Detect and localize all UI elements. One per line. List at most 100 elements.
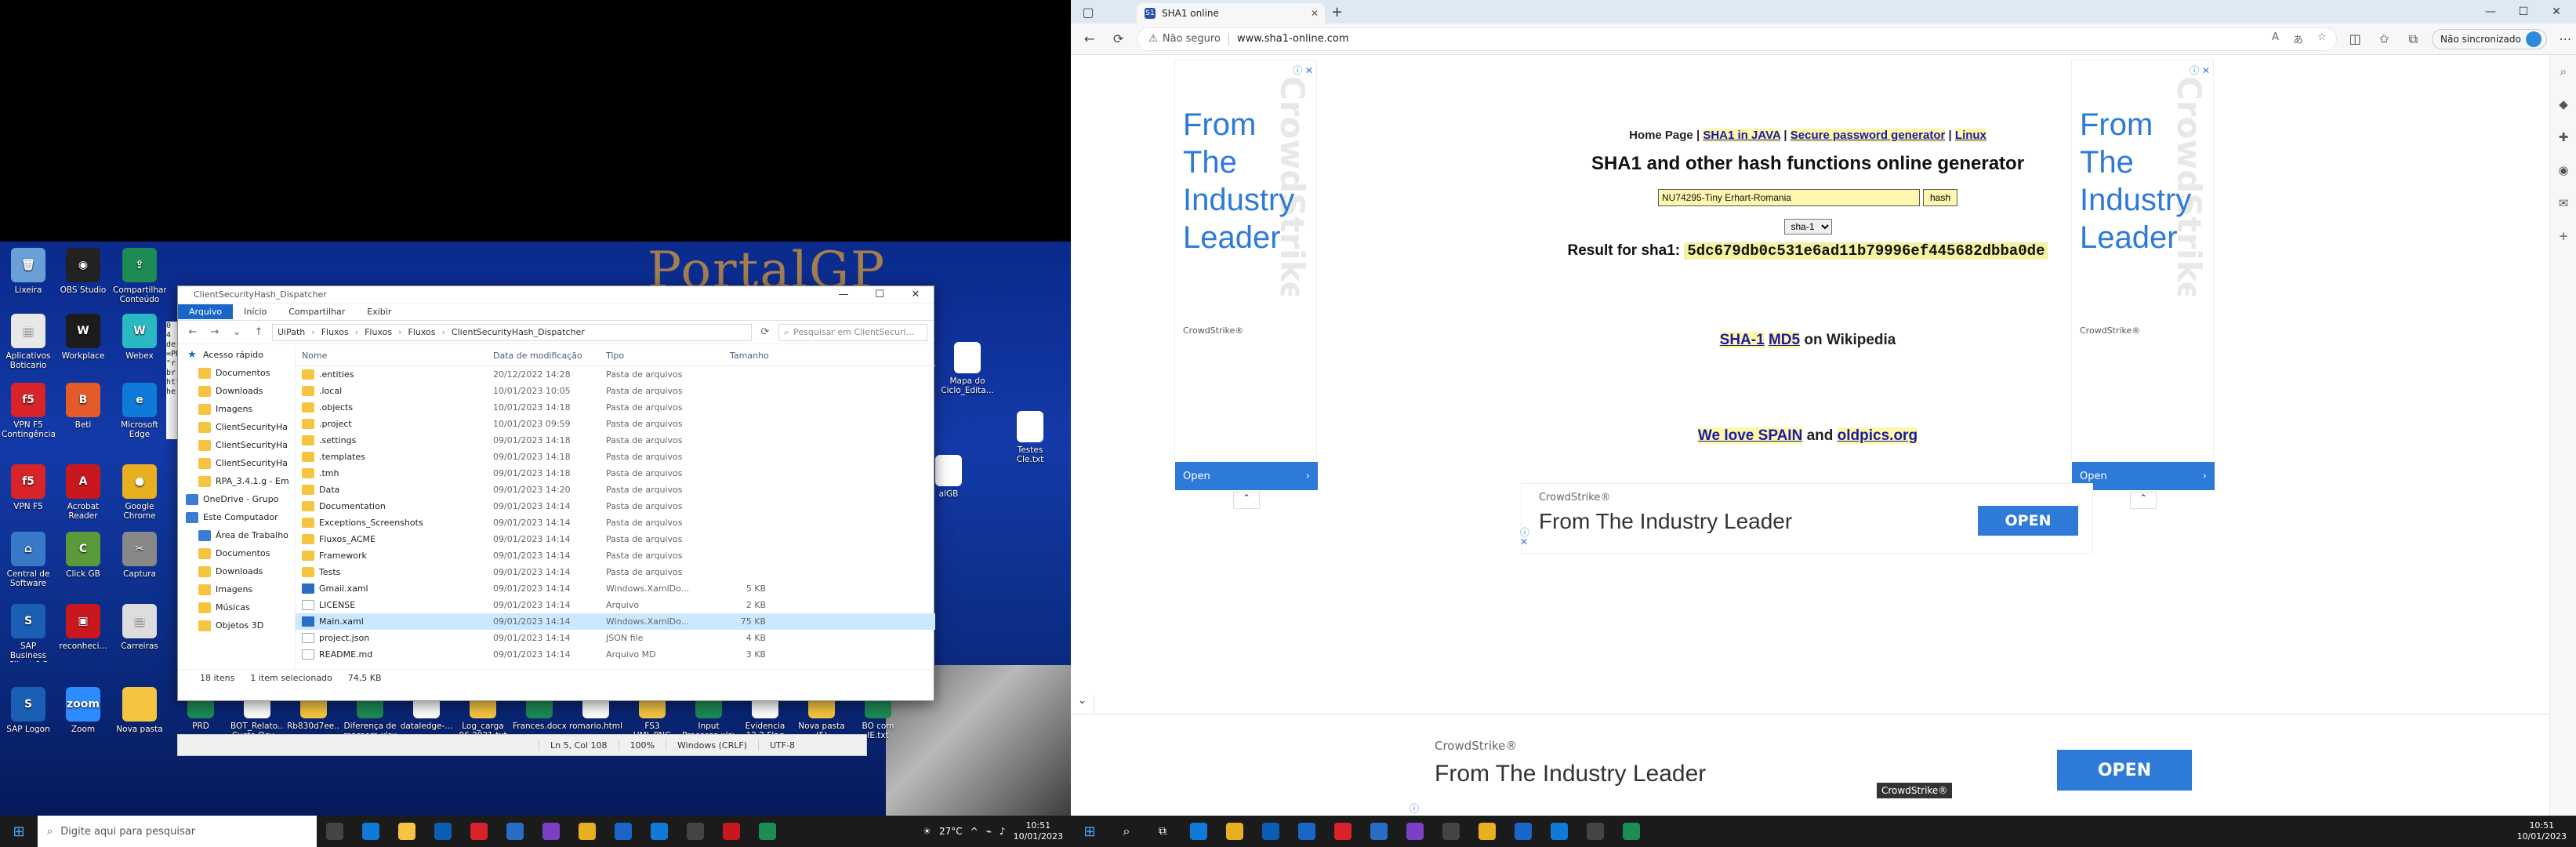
taskbar-app-button[interactable]	[713, 816, 749, 847]
recent-locations-icon[interactable]: ⌄	[228, 326, 245, 338]
back-arrow-icon[interactable]: ←	[184, 326, 201, 338]
ad-info-icon[interactable]: ⓘ ✕	[2190, 64, 2210, 77]
tab-close-icon[interactable]: ✕	[1311, 8, 1319, 19]
table-row[interactable]: Framework 09/01/2023 14:14 Pasta de arquiv…	[296, 547, 935, 564]
minimize-button[interactable]: —	[825, 289, 862, 300]
nav-item[interactable]: ClientSecurityHa	[178, 418, 295, 436]
profile-sync-button[interactable]: Não sincronizado	[2432, 28, 2547, 49]
table-row[interactable]: Gmail.xaml 09/01/2023 14:14 Windows.XamlDo…	[296, 580, 935, 597]
taskbar-app-button[interactable]	[425, 816, 461, 847]
taskbar-clock[interactable]: 10:51 10/01/2023	[2517, 820, 2576, 842]
desktop-icon[interactable]: Nova pasta	[113, 687, 166, 734]
taskbar-app-button[interactable]	[1361, 816, 1397, 847]
password-generator-link[interactable]: Secure password generator	[1790, 129, 1946, 142]
md5-wikipedia-link[interactable]: MD5	[1768, 332, 1801, 348]
taskbar-app-button[interactable]	[1325, 816, 1361, 847]
table-row[interactable]: LICENSE 09/01/2023 14:14 Arquivo 2 KB	[296, 597, 935, 613]
browser-minimize-button[interactable]: —	[2474, 5, 2507, 18]
ad-collapse-icon[interactable]: ⌃	[2130, 492, 2157, 509]
ribbon-tab-compartilhar[interactable]: Compartilhar	[278, 304, 356, 319]
table-row[interactable]: .project 10/01/2023 09:59 Pasta de arquivo…	[296, 416, 935, 432]
desktop-icon[interactable]: S SAP Business Client 6.5	[2, 604, 55, 662]
desktop-icon[interactable]: W Workplace	[56, 314, 110, 361]
table-row[interactable]: .entities 20/12/2022 14:28 Pasta de arquiv…	[296, 366, 935, 383]
taskbar-app-button[interactable]	[1253, 816, 1289, 847]
result-hash[interactable]: 5dc679db0c531e6ad11b79996ef445682dbba0de	[1684, 242, 2048, 260]
ad-banner-bottom[interactable]: CrowdStrike® From The Industry Leader OP…	[1410, 718, 2211, 816]
table-row[interactable]: README.md 09/01/2023 14:14 Arquivo MD 3 KB	[296, 646, 935, 663]
taskbar-app-button[interactable]	[1469, 816, 1505, 847]
desktop-icon[interactable]: zoom Zoom	[56, 687, 110, 734]
taskbar-app-button[interactable]	[1541, 816, 1577, 847]
sha1-wikipedia-link[interactable]: SHA-1	[1719, 332, 1765, 348]
nav-item[interactable]: Downloads	[178, 562, 295, 580]
ad-info-icon[interactable]: ⓘ ✕	[1293, 64, 1313, 77]
taskbar-app-button[interactable]	[677, 816, 713, 847]
desktop-icon[interactable]: ▣ reconheci...	[56, 604, 110, 651]
table-row[interactable]: Tests 09/01/2023 14:14 Pasta de arquivos	[296, 564, 935, 580]
oldpics-link[interactable]: oldpics.org	[1837, 427, 1918, 444]
table-row[interactable]: Main.xaml 09/01/2023 14:14 Windows.XamlDo.…	[296, 613, 935, 630]
sidebar-tools-icon[interactable]: ✚	[2550, 121, 2576, 154]
desktop-icon[interactable]: C Click GB	[56, 532, 110, 579]
ribbon-tab-exibir[interactable]: Exibir	[356, 304, 402, 319]
nav-item[interactable]: Área de Trabalho	[178, 526, 295, 544]
windows-start-icon[interactable]: ⊞	[1071, 816, 1108, 847]
nav-item[interactable]: Objetos 3D	[178, 616, 295, 634]
taskbar-search-input[interactable]: ⌕ Digite aqui para pesquisar	[38, 816, 317, 847]
breadcrumb-item[interactable]: UiPath	[278, 327, 305, 337]
file-explorer-window[interactable]: ClientSecurityHash_Dispatcher — ☐ ✕ Arqu…	[177, 285, 935, 701]
nav-item[interactable]: OneDrive - Grupo	[178, 490, 295, 508]
taskbar-app-button[interactable]	[1433, 816, 1469, 847]
desktop-icon[interactable]: ▤ Aplicativos Boticario	[2, 314, 55, 370]
desktop-icon[interactable]: A Acrobat Reader	[56, 464, 110, 521]
love-spain-link[interactable]: We love SPAIN	[1697, 427, 1803, 444]
taskbar-app-button[interactable]	[497, 816, 533, 847]
nav-item[interactable]: RPA_3.4.1.g - Em	[178, 472, 295, 490]
desktop-icon[interactable]: B Beti	[56, 383, 110, 430]
desktop-icon[interactable]: 🗑 Lixeira	[2, 248, 55, 295]
taskbar-app-button[interactable]	[1181, 816, 1217, 847]
back-arrow-icon[interactable]: ←	[1079, 31, 1100, 46]
ad-open-button[interactable]: Open ›	[1175, 462, 1318, 490]
linux-link[interactable]: Linux	[1954, 129, 1986, 142]
address-bar[interactable]: ⚠ Não seguro www.sha1-online.com A あ ☆	[1137, 27, 2337, 51]
tray-chevron-icon[interactable]: ^	[971, 826, 978, 837]
taskbar-app-button[interactable]	[1397, 816, 1433, 847]
desktop-icon[interactable]: W Webex	[113, 314, 166, 361]
maximize-button[interactable]: ☐	[862, 289, 898, 300]
favorite-star-icon[interactable]: ☆	[2317, 31, 2327, 46]
sidebar-outlook-icon[interactable]: ✉	[2550, 187, 2576, 220]
taskbar-app-button[interactable]	[569, 816, 605, 847]
sidebar-add-icon[interactable]: +	[2550, 220, 2576, 253]
split-screen-icon[interactable]: ◫	[2345, 31, 2366, 46]
breadcrumb-item[interactable]: Fluxos	[321, 327, 349, 337]
up-arrow-icon[interactable]: ↑	[250, 326, 267, 338]
sidebar-search-icon[interactable]: ⌕	[2550, 55, 2576, 88]
desktop-icon[interactable]: S SAP Logon	[2, 687, 55, 734]
ad-info-icon[interactable]: ⓘ ✕	[1520, 528, 1529, 547]
home-page-link[interactable]: Home Page	[1629, 129, 1693, 142]
taskbar-app-button[interactable]	[641, 816, 677, 847]
nav-item[interactable]: ClientSecurityHa	[178, 436, 295, 454]
taskbar-app-button[interactable]	[1289, 816, 1325, 847]
table-row[interactable]: .objects 10/01/2023 14:18 Pasta de arquivo…	[296, 399, 935, 416]
table-row[interactable]: Data 09/01/2023 14:20 Pasta de arquivos	[296, 482, 935, 498]
favorites-icon[interactable]: ✩	[2374, 31, 2395, 46]
network-icon[interactable]: ⌁	[986, 826, 992, 837]
column-date[interactable]: Data de modificação	[487, 351, 600, 361]
nav-item[interactable]: Este Computador	[178, 508, 295, 526]
taskbar-app-button[interactable]	[1217, 816, 1253, 847]
ribbon-tab-inicio[interactable]: Início	[233, 304, 278, 319]
new-tab-icon[interactable]: +	[1331, 4, 1343, 20]
ad-collapse-icon[interactable]: ⌃	[1233, 492, 1260, 509]
address-breadcrumb[interactable]: UiPath › Fluxos › Fluxos › Fluxos › ClientSecuri…	[272, 323, 752, 341]
close-button[interactable]: ✕	[898, 289, 934, 300]
sha1-java-link[interactable]: SHA1 in JAVA	[1703, 129, 1781, 142]
read-aloud-icon[interactable]: A	[2272, 31, 2279, 46]
weather-icon[interactable]: ☀	[923, 826, 931, 837]
taskbar-app-button[interactable]	[389, 816, 425, 847]
table-row[interactable]: .templates 09/01/2023 14:18 Pasta de arqui…	[296, 449, 935, 465]
desktop-icon[interactable]: ⌂ Central de Software	[2, 532, 55, 588]
desktop-icon[interactable]: ⇪ Compartilhar Conteúdo	[113, 248, 166, 304]
